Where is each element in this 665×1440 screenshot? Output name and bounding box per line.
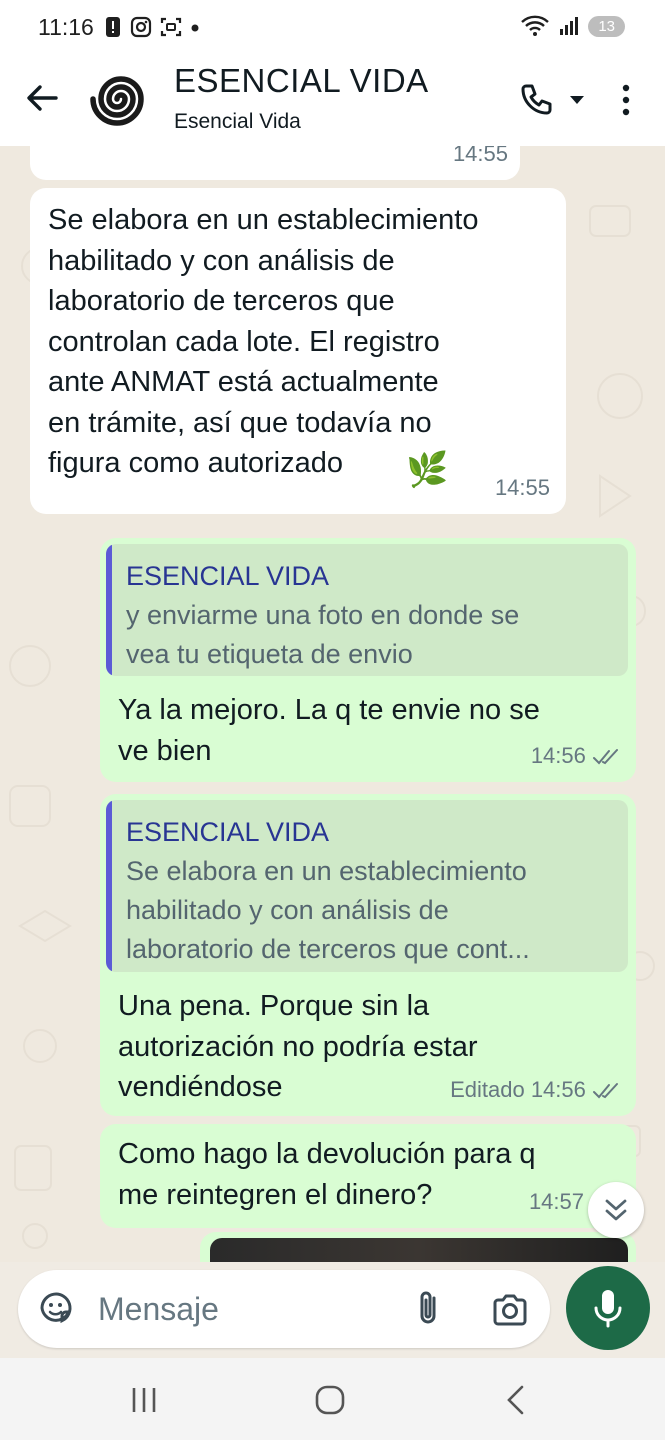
quote-author: ESENCIAL VIDA: [126, 817, 330, 847]
contact-name[interactable]: ESENCIAL VIDA: [174, 62, 429, 100]
message-time: 14:56: [531, 736, 620, 777]
emoji-button[interactable]: [36, 1288, 76, 1328]
back-button[interactable]: [22, 78, 62, 118]
message-bubble-incoming[interactable]: Se elabora en un establecimiento habilit…: [30, 188, 566, 514]
message-bubble-outgoing[interactable]: ESENCIAL VIDA y enviarme una foto en don…: [100, 538, 636, 782]
message-time: 14:57: [528, 1188, 584, 1214]
wifi-icon: [521, 15, 550, 36]
double-chevron-down-icon: [605, 1199, 627, 1221]
quoted-message[interactable]: ESENCIAL VIDA Se elabora en un estableci…: [106, 800, 628, 972]
chat-area[interactable]: 14:55 Se elabora en un establecimiento h…: [0, 146, 665, 1262]
recent-apps-icon: [132, 1388, 156, 1412]
phone-icon: [521, 84, 552, 115]
leaf-emoji-icon: 🌿: [406, 451, 449, 489]
voice-message-button[interactable]: [566, 1266, 650, 1350]
home-button[interactable]: [310, 1380, 350, 1420]
system-back-button[interactable]: [496, 1380, 536, 1420]
more-options-button[interactable]: [612, 80, 640, 120]
battery-indicator: 13: [588, 15, 625, 37]
message-time: 14:55: [452, 146, 508, 166]
message-time: Editado 14:56: [450, 1070, 620, 1111]
quote-text: y enviarme una foto en donde se vea tu e…: [126, 600, 520, 669]
status-time: 11:16: [38, 14, 94, 40]
message-input[interactable]: [98, 1288, 388, 1330]
chevron-left-icon: [507, 1385, 524, 1415]
home-icon: [315, 1385, 345, 1415]
caret-down-icon: [570, 96, 584, 104]
alert-icon: [106, 17, 120, 37]
status-icons-right: 13: [520, 14, 625, 38]
quote-author: ESENCIAL VIDA: [126, 561, 330, 591]
camera-button[interactable]: [490, 1290, 530, 1330]
message-text: Se elabora en un establecimiento habilit…: [48, 204, 479, 479]
scroll-to-bottom-button[interactable]: [588, 1182, 644, 1238]
quoted-message[interactable]: ESENCIAL VIDA y enviarme una foto en don…: [106, 544, 628, 676]
recent-apps-button[interactable]: [124, 1380, 164, 1420]
message-bubble-image[interactable]: [200, 1232, 636, 1262]
status-bar: 11:16 13: [0, 0, 665, 56]
compose-bar: [18, 1270, 550, 1348]
arrow-left-icon: [27, 85, 58, 111]
image-thumbnail[interactable]: [210, 1238, 628, 1262]
contact-subtitle[interactable]: Esencial Vida: [174, 110, 301, 134]
system-nav-bar: [0, 1358, 665, 1440]
sticker-icon: [40, 1292, 72, 1324]
screenshot-icon: [160, 17, 182, 37]
attach-button[interactable]: [412, 1288, 444, 1330]
more-vert-icon: [622, 84, 630, 116]
message-time: 14:55: [494, 474, 550, 500]
paperclip-icon: [420, 1291, 436, 1324]
message-bubble-incoming[interactable]: 14:55: [30, 146, 520, 180]
quote-bar: [106, 800, 112, 972]
quote-bar: [106, 544, 112, 676]
chat-header: ESENCIAL VIDA Esencial Vida: [0, 56, 665, 146]
double-check-icon: [593, 1082, 618, 1099]
avatar[interactable]: [90, 68, 152, 130]
call-button[interactable]: [516, 80, 590, 120]
message-bubble-outgoing[interactable]: Como hago la devolución para q me reinte…: [100, 1124, 636, 1228]
message-bubble-outgoing[interactable]: ESENCIAL VIDA Se elabora en un estableci…: [100, 794, 636, 1116]
instagram-icon: [130, 16, 152, 38]
dot-icon: [191, 24, 199, 32]
double-check-icon: [593, 748, 618, 765]
quote-text: Se elabora en un establecimiento habilit…: [126, 856, 530, 964]
status-icons-left: [104, 16, 200, 38]
spiral-logo-icon: [90, 76, 144, 126]
mic-icon: [594, 1290, 622, 1328]
signal-icon: [560, 17, 579, 35]
camera-icon: [493, 1294, 527, 1326]
